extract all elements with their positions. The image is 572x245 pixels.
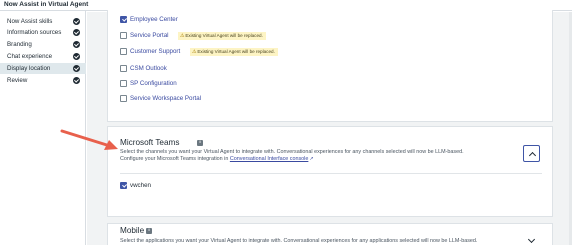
sidebar-item-information-sources[interactable]: Information sources: [0, 27, 86, 38]
conversational-interface-console-link[interactable]: Conversational Interface console: [230, 156, 309, 162]
sidebar-item-now-assist-skills[interactable]: Now Assist skills: [0, 16, 86, 27]
microsoft-teams-card: Microsoft Teams i Select the channels yo…: [107, 126, 553, 217]
option-label: vwchen: [130, 182, 151, 189]
section-description: Select the channels you want your Virtua…: [120, 149, 464, 155]
sidebar-item-label: Display location: [7, 65, 51, 72]
section-title: Microsoft Teams: [120, 138, 180, 147]
check-circle-icon: [73, 29, 80, 36]
option-label: Customer Support: [130, 48, 181, 55]
option-label: SP Configuration: [130, 80, 177, 87]
mobile-card: Mobile i Select the applications you wan…: [107, 223, 553, 245]
divider: [120, 173, 542, 174]
warning-badge: ⚠Existing Virtual Agent will be replaced…: [190, 47, 278, 56]
main-content: Employee Center Service Portal ⚠Existing…: [87, 10, 572, 245]
sidebar-item-label: Now Assist skills: [7, 18, 53, 25]
chevron-up-icon: [528, 151, 536, 159]
checkbox[interactable]: [120, 65, 127, 72]
checkbox[interactable]: [120, 16, 127, 23]
warning-triangle-icon: ⚠: [192, 49, 197, 55]
info-icon[interactable]: i: [197, 140, 203, 146]
option-label: Service Workspace Portal: [130, 95, 202, 102]
sidebar-item-branding[interactable]: Branding: [0, 39, 86, 50]
app-title: Now Assist in Virtual Agent: [4, 1, 89, 8]
collapse-button[interactable]: [523, 145, 540, 162]
check-circle-icon: [73, 18, 80, 25]
checkbox[interactable]: [120, 95, 127, 102]
option-label: Service Portal: [130, 32, 169, 39]
check-circle-icon: [73, 53, 80, 60]
option-label: CSM Outlook: [130, 65, 167, 72]
portals-card: Employee Center Service Portal ⚠Existing…: [107, 10, 553, 122]
sidebar-item-review[interactable]: Review: [0, 75, 86, 86]
warning-triangle-icon: ⚠: [180, 33, 185, 39]
sidebar-item-label: Chat experience: [7, 53, 53, 60]
checkbox[interactable]: [120, 32, 127, 39]
external-link-icon: ↗: [309, 156, 314, 162]
chevron-down-icon[interactable]: [527, 235, 536, 244]
sidebar-item-chat-experience[interactable]: Chat experience: [0, 51, 86, 62]
section-description-config: Configure your Microsoft Teams integrati…: [120, 156, 314, 162]
sidebar-item-label: Review: [7, 77, 28, 84]
sidebar: Now Assist skills Information sources Br…: [0, 11, 86, 245]
option-label: Employee Center: [130, 16, 178, 23]
section-description: Select the applications you want your Vi…: [120, 238, 478, 244]
info-icon[interactable]: i: [146, 228, 152, 234]
warning-badge: ⚠Existing Virtual Agent will be replaced…: [178, 31, 266, 40]
sidebar-item-display-location[interactable]: Display location: [0, 63, 86, 74]
check-circle-icon: [73, 41, 80, 48]
section-title: Mobile: [120, 226, 145, 235]
checkbox[interactable]: [120, 182, 127, 189]
checkbox[interactable]: [120, 48, 127, 55]
sidebar-item-label: Information sources: [7, 29, 62, 36]
sidebar-item-label: Branding: [7, 41, 32, 48]
checkbox[interactable]: [120, 80, 127, 87]
check-circle-icon: [73, 77, 80, 84]
check-circle-icon: [73, 65, 80, 72]
